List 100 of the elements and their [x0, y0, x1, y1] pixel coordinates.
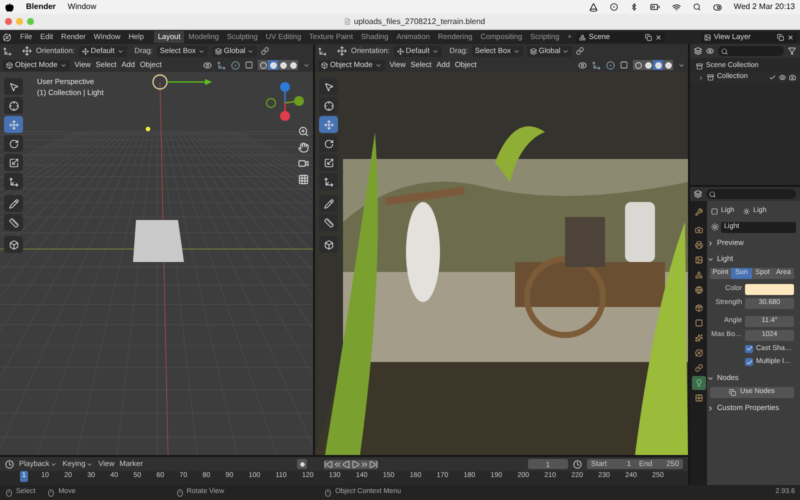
editor-type-icon[interactable]: [694, 47, 702, 55]
close-icon[interactable]: [5, 18, 12, 25]
move-icon[interactable]: [22, 46, 32, 56]
shading-button[interactable]: [633, 60, 643, 70]
grid-icon[interactable]: [298, 174, 309, 185]
menu-item[interactable]: Window: [68, 1, 96, 13]
overlay-icon[interactable]: [606, 60, 615, 70]
record-button[interactable]: [297, 459, 307, 469]
play-icon[interactable]: [351, 460, 360, 468]
control-center-icon[interactable]: [712, 2, 722, 12]
shading-button[interactable]: [643, 60, 653, 70]
sun-icon[interactable]: [711, 223, 719, 231]
pointer-icon: [324, 82, 334, 92]
tool-button[interactable]: [4, 135, 23, 152]
previous-key-icon[interactable]: [333, 460, 342, 468]
document-icon: [344, 18, 351, 25]
tool-button[interactable]: [4, 154, 23, 171]
editor-type-icon[interactable]: [5, 460, 14, 468]
play-reverse-icon[interactable]: [342, 460, 351, 468]
close-icon: [787, 34, 794, 40]
gizmo-icon[interactable]: [318, 46, 327, 56]
shading-button[interactable]: [288, 60, 298, 70]
rotate-icon: [8, 138, 18, 148]
visibility-icon[interactable]: [578, 60, 587, 70]
tool-button[interactable]: [319, 78, 338, 95]
stopwatch-icon[interactable]: [573, 460, 582, 468]
properties-tab[interactable]: [692, 376, 706, 390]
pivot-icon[interactable]: [261, 47, 270, 55]
tool-button[interactable]: [4, 214, 23, 231]
xray-icon[interactable]: [620, 61, 628, 69]
jump-start-icon[interactable]: [324, 460, 333, 468]
bluetooth-icon[interactable]: [630, 3, 638, 11]
square-icon: [694, 319, 702, 327]
scene-icon: [578, 34, 586, 40]
hand-icon[interactable]: [298, 142, 309, 153]
rotate-icon: [324, 138, 334, 148]
tool-button[interactable]: [4, 78, 23, 95]
tool-button[interactable]: [319, 195, 338, 212]
tool-button[interactable]: [319, 97, 338, 114]
tool-button[interactable]: [4, 236, 23, 253]
search-field[interactable]: [718, 46, 784, 56]
record-icon[interactable]: [610, 3, 618, 11]
caret-icon: [116, 48, 124, 54]
shading-button[interactable]: [653, 60, 663, 70]
tool-button[interactable]: [4, 116, 23, 133]
battery-icon[interactable]: [650, 2, 660, 12]
xray-icon[interactable]: [245, 61, 253, 69]
caret-icon: [86, 460, 94, 468]
search-field[interactable]: [706, 189, 796, 199]
pivot-icon[interactable]: [576, 47, 584, 55]
caret-icon: [60, 62, 67, 68]
overlay-icon[interactable]: [231, 60, 240, 70]
shading-button[interactable]: [258, 60, 268, 70]
tool-button[interactable]: [4, 195, 23, 212]
checkbox-icon[interactable]: [769, 74, 776, 81]
jump-end-icon[interactable]: [369, 460, 378, 468]
tool-button[interactable]: [4, 97, 23, 114]
visibility-icon[interactable]: [203, 60, 212, 70]
menu-item[interactable]: Blender: [26, 1, 56, 13]
gizmo-icon[interactable]: [217, 60, 226, 70]
tool-button[interactable]: [319, 236, 338, 253]
next-key-icon[interactable]: [360, 460, 369, 468]
shading-button[interactable]: [268, 60, 278, 70]
display-mode-icon[interactable]: [706, 47, 714, 55]
close-icon: [654, 34, 662, 40]
caret-icon: [374, 62, 382, 68]
filter-icon[interactable]: [788, 47, 796, 55]
wifi-icon[interactable]: [672, 2, 681, 12]
tool-button[interactable]: [319, 214, 338, 231]
wrench-icon: [694, 208, 702, 216]
camera-icon[interactable]: [789, 74, 796, 81]
color-swatch[interactable]: [745, 284, 794, 294]
shading-button[interactable]: [663, 60, 673, 70]
pencil-icon: [324, 198, 334, 208]
pointer-icon: [8, 82, 18, 92]
link-icon: [694, 364, 702, 372]
tool-button[interactable]: [319, 116, 338, 133]
zoom-icon[interactable]: [298, 126, 309, 137]
cone-icon[interactable]: [588, 2, 598, 12]
checkbox[interactable]: [745, 358, 753, 366]
checkbox[interactable]: [745, 344, 753, 353]
tool-button[interactable]: [319, 173, 338, 190]
gizmo-icon[interactable]: [592, 60, 601, 70]
scale-icon: [8, 158, 18, 168]
shading-button[interactable]: [278, 60, 288, 70]
gizmo-icon[interactable]: [3, 46, 12, 56]
camera-icon[interactable]: [298, 158, 309, 169]
tool-button[interactable]: [319, 135, 338, 152]
tool-button[interactable]: [319, 154, 338, 171]
editor-type-icon[interactable]: [694, 190, 702, 198]
apple-icon[interactable]: [5, 2, 14, 12]
image-icon: [694, 256, 702, 264]
eye-icon[interactable]: [779, 74, 786, 81]
caret-icon: [432, 48, 439, 54]
search-icon[interactable]: [692, 3, 701, 11]
move-icon[interactable]: [337, 46, 347, 56]
cube-icon: [6, 62, 13, 68]
transform-icon: [324, 176, 334, 186]
tool-button[interactable]: [4, 173, 23, 190]
globe-icon: [694, 286, 702, 294]
